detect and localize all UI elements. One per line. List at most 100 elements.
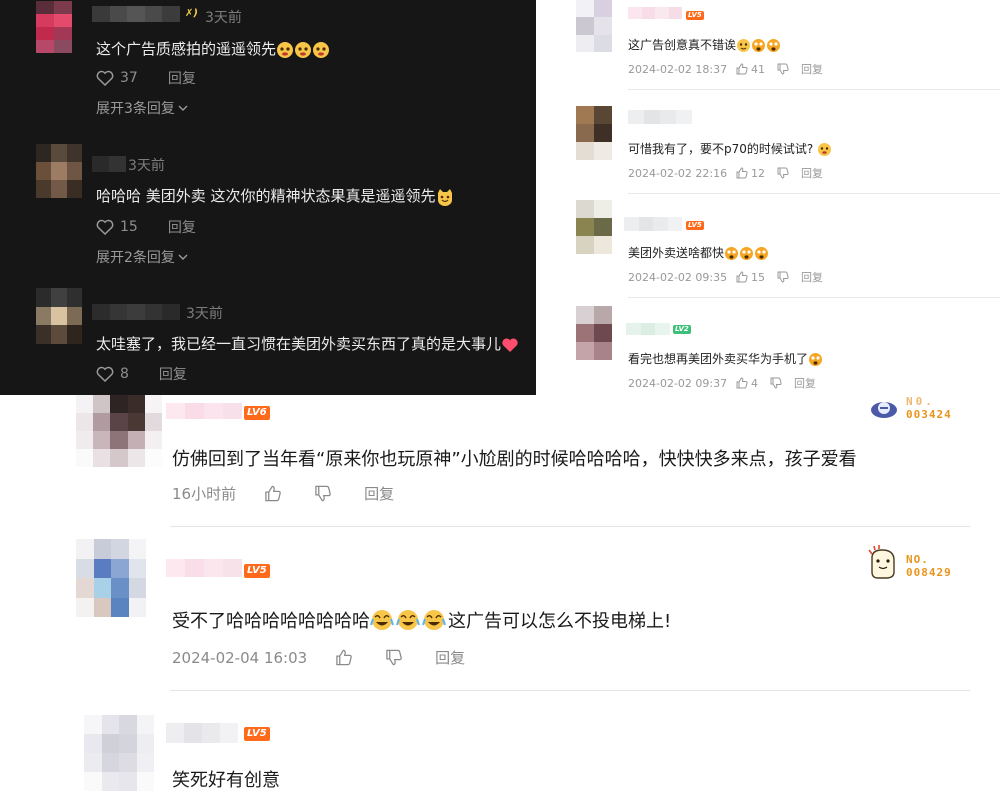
avatar[interactable] — [76, 539, 146, 617]
level-badge: LV5 — [244, 727, 270, 741]
level-badge: LV5 — [686, 11, 704, 20]
comment-item: LV6 N0. 003424 仿佛回到了当年看“原来你也玩原神”小尬剧的时候哈哈… — [0, 395, 1000, 527]
username-blurred[interactable] — [628, 110, 692, 124]
comment-item: 可惜我有了，要不p70的时候试试? 2024-02-02 22:16 12 回复 — [536, 92, 1000, 196]
username-blurred[interactable] — [166, 403, 242, 419]
comment-actions: 8 回复 — [96, 364, 187, 384]
comment-item: LV5 笑死好有创意 — [0, 691, 1000, 800]
comment-meta: 2024-02-02 09:37 4 回复 — [628, 375, 816, 391]
reply-button[interactable]: 回复 — [435, 647, 465, 668]
avatar[interactable] — [576, 306, 612, 360]
thumb-down-icon — [314, 485, 332, 502]
username-blurred[interactable] — [92, 6, 180, 22]
like-count: 12 — [751, 166, 765, 180]
bottom-comment-panel: LV6 N0. 003424 仿佛回到了当年看“原来你也玩原神”小尬剧的时候哈哈… — [0, 395, 1000, 800]
thumb-up-icon — [264, 485, 282, 502]
emoji-face-icon — [808, 352, 823, 367]
like-count: 4 — [751, 376, 758, 390]
username-blurred[interactable] — [92, 304, 180, 320]
like-button[interactable]: 15 — [736, 271, 765, 284]
reply-button[interactable]: 回复 — [159, 364, 187, 384]
heart-outline-icon — [96, 219, 114, 235]
thumb-down-icon — [770, 377, 782, 389]
badge-icon: ✗) — [185, 8, 198, 19]
username-blurred[interactable] — [166, 723, 238, 743]
username-blurred[interactable] — [92, 156, 126, 172]
level-badge: LV6 — [244, 406, 270, 420]
dislike-button[interactable] — [770, 377, 782, 389]
comment-item: LV5 美团外卖送啥都快 2024-02-02 09:35 15 回复 — [536, 196, 1000, 300]
reply-button[interactable]: 回复 — [801, 61, 823, 77]
avatar[interactable] — [84, 715, 154, 791]
avatar[interactable] — [576, 200, 612, 254]
comment-text: 这广告创意真不错诶 — [628, 36, 782, 53]
dislike-button[interactable] — [314, 485, 332, 502]
dislike-button[interactable] — [385, 649, 403, 666]
comment-text: 哈哈哈 美团外卖 这次你的精神状态果真是遥遥领先 — [96, 185, 454, 206]
expand-replies-label: 展开3条回复 — [96, 101, 175, 117]
like-count: 41 — [751, 62, 765, 76]
comment-item: ✗) 3天前 这个广告质感拍的遥遥领先 37 回复 展开3条回复 — [0, 0, 536, 130]
like-button[interactable]: 8 — [96, 366, 129, 382]
like-count: 37 — [120, 70, 138, 86]
comment-text: 看完也想再美团外卖买华为手机了 — [628, 350, 823, 367]
reply-button[interactable]: 回复 — [168, 217, 196, 237]
comment-timestamp: 2024-02-04 16:03 — [172, 648, 308, 667]
thumb-down-icon — [777, 63, 789, 75]
like-button[interactable]: 15 — [96, 219, 138, 235]
dislike-button[interactable] — [777, 167, 789, 179]
comment-timestamp: 16小时前 — [172, 485, 237, 503]
like-button[interactable] — [264, 485, 282, 502]
reply-button[interactable]: 回复 — [794, 375, 816, 391]
like-button[interactable]: 12 — [736, 167, 765, 180]
avatar[interactable] — [76, 395, 162, 467]
like-button[interactable] — [335, 649, 353, 666]
comment-text: 这个广告质感拍的遥遥领先 — [96, 38, 330, 59]
comment-timestamp: 2024-02-02 09:35 — [628, 270, 728, 284]
chevron-down-icon — [178, 253, 188, 261]
emoji-face-icon — [817, 142, 832, 157]
comment-time: 3天前 — [205, 10, 242, 26]
comment-meta: 2024-02-02 22:16 12 回复 — [628, 165, 823, 181]
level-badge: LV5 — [686, 221, 704, 230]
dislike-button[interactable] — [777, 63, 789, 75]
comment-item: LV5 这广告创意真不错诶 2024-02-02 18:37 41 回复 — [536, 0, 1000, 92]
username-blurred[interactable] — [626, 323, 670, 335]
dislike-button[interactable] — [777, 271, 789, 283]
reply-button[interactable]: 回复 — [801, 165, 823, 181]
reply-button[interactable]: 回复 — [364, 483, 394, 504]
like-button[interactable]: 37 — [96, 70, 138, 86]
reply-button[interactable]: 回复 — [168, 68, 196, 88]
thumb-up-icon — [736, 167, 748, 179]
avatar[interactable] — [36, 288, 82, 344]
username-blurred[interactable] — [628, 7, 682, 19]
fan-medal-icon — [864, 544, 902, 582]
comment-timestamp: 2024-02-02 22:16 — [628, 166, 728, 180]
comment-meta: 2024-02-02 09:35 15 回复 — [628, 269, 823, 285]
avatar[interactable] — [36, 1, 72, 53]
heart-emoji-icon — [501, 337, 519, 353]
reply-button[interactable]: 回复 — [801, 269, 823, 285]
comment-time: 3天前 — [128, 158, 165, 174]
expand-replies-button[interactable]: 展开2条回复 — [96, 247, 188, 267]
avatar[interactable] — [36, 144, 82, 198]
divider — [628, 297, 1000, 298]
comment-item: LV5 NO. 008429 受不了哈哈哈哈哈哈哈哈 这广告可以怎么不投电梯上!… — [0, 527, 1000, 691]
like-button[interactable]: 41 — [736, 63, 765, 76]
avatar[interactable] — [576, 0, 612, 52]
divider — [628, 89, 1000, 90]
username-blurred[interactable] — [166, 559, 242, 577]
fan-medal-number: N0. 003424 — [906, 395, 952, 421]
comment-text: 笑死好有创意 — [172, 770, 280, 791]
cat-emoji-icon — [436, 188, 454, 206]
thumb-down-icon — [777, 271, 789, 283]
avatar[interactable] — [576, 106, 612, 160]
comment-time: 3天前 — [186, 306, 223, 322]
username-blurred[interactable] — [624, 217, 682, 231]
expand-replies-button[interactable]: 展开3条回复 — [96, 98, 188, 118]
emoji-face-icon — [276, 41, 330, 59]
right-comment-panel: LV5 这广告创意真不错诶 2024-02-02 18:37 41 回复 可惜我… — [536, 0, 1000, 395]
expand-replies-label: 展开2条回复 — [96, 250, 175, 266]
like-button[interactable]: 4 — [736, 377, 758, 390]
divider — [628, 193, 1000, 194]
